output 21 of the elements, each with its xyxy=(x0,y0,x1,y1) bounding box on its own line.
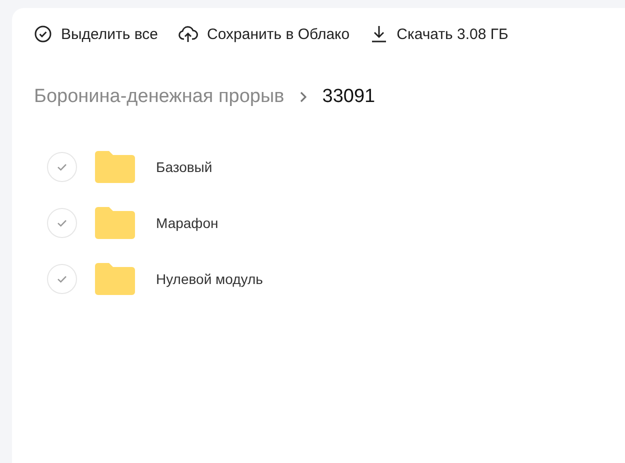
folder-name[interactable]: Базовый xyxy=(156,159,212,175)
chevron-right-icon xyxy=(298,91,308,103)
check-icon xyxy=(56,274,68,284)
folder-name[interactable]: Нулевой модуль xyxy=(156,271,263,287)
toolbar-button[interactable]: Сохранить в Облако xyxy=(178,24,350,44)
folder-icon xyxy=(95,263,135,295)
select-checkbox[interactable] xyxy=(47,264,77,294)
folder-icon xyxy=(95,151,135,183)
check-circle-icon xyxy=(34,25,52,43)
select-checkbox[interactable] xyxy=(47,152,77,182)
cloud-upload-icon xyxy=(178,25,198,43)
toolbar-button[interactable]: Скачать 3.08 ГБ xyxy=(370,24,508,44)
folder-icon xyxy=(95,207,135,239)
select-checkbox[interactable] xyxy=(47,208,77,238)
check-icon xyxy=(56,218,68,228)
folder-name[interactable]: Марафон xyxy=(156,215,218,231)
current-folder-title: 33091 xyxy=(322,86,376,108)
check-icon xyxy=(56,162,68,172)
download-icon xyxy=(370,25,388,43)
toolbar-button[interactable]: Выделить все xyxy=(34,24,158,44)
breadcrumb-link[interactable]: Боронина-денежная прорыв xyxy=(34,86,284,108)
